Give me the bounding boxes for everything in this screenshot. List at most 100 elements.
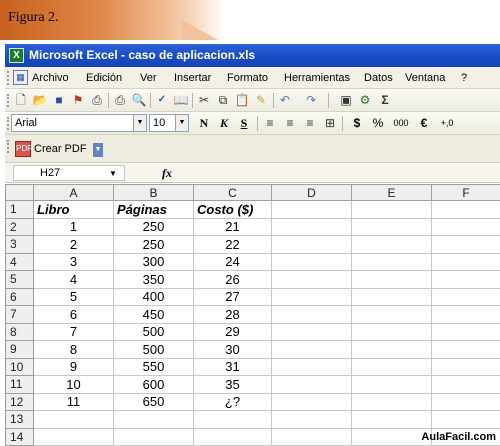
row-header[interactable]: 5 [5,270,34,289]
cell-d14[interactable] [271,427,352,446]
cell-f9[interactable] [431,340,500,359]
cell-f12[interactable] [431,392,500,411]
row-header[interactable]: 7 [5,305,34,324]
cell-c3[interactable]: 22 [193,235,272,254]
cell-e11[interactable] [351,375,432,394]
cell-a3[interactable]: 2 [33,235,114,254]
cell-d11[interactable] [271,375,352,394]
cell-b13[interactable] [113,410,194,429]
cell-b11[interactable]: 600 [113,375,194,394]
cell-b3[interactable]: 250 [113,235,194,254]
chevron-down-icon[interactable]: ▼ [133,115,146,131]
row-header[interactable]: 3 [5,235,34,254]
cell-f3[interactable] [431,235,500,254]
cell-b6[interactable]: 400 [113,287,194,306]
new-icon[interactable]: 🗋 [13,92,29,108]
cell-a5[interactable]: 4 [33,270,114,289]
cell-a2[interactable]: 1 [33,217,114,236]
toolbar-grip-icon[interactable] [7,94,9,107]
cell-d12[interactable] [271,392,352,411]
cell-d1[interactable] [271,200,352,219]
find-icon[interactable]: 📖 [173,92,189,108]
increase-decimal-button[interactable]: +,0 [435,115,459,131]
cell-a6[interactable]: 5 [33,287,114,306]
spelling-icon[interactable]: ✓ [154,92,170,108]
merge-center-icon[interactable]: ⊞ [322,115,338,131]
menu-formato[interactable]: Formato [227,72,268,84]
currency-button[interactable]: $ [348,115,366,131]
cell-b2[interactable]: 250 [113,217,194,236]
cell-d9[interactable] [271,340,352,359]
menu-ver[interactable]: Ver [140,72,157,84]
align-center-icon[interactable]: ≡ [282,115,298,131]
cell-e14[interactable] [351,427,432,446]
cell-e13[interactable] [351,410,432,429]
cell-e8[interactable] [351,322,432,341]
cell-c5[interactable]: 26 [193,270,272,289]
chevron-down-icon[interactable]: ▼ [175,115,188,131]
cell-e10[interactable] [351,357,432,376]
row-header[interactable]: 9 [5,340,34,359]
copy-icon[interactable]: ⧉ [215,92,231,108]
cell-e7[interactable] [351,305,432,324]
column-header-d[interactable]: D [271,184,352,201]
row-header[interactable]: 12 [5,392,34,411]
align-right-icon[interactable]: ≡ [302,115,318,131]
cell-c12[interactable]: ¿? [193,392,272,411]
cell-d13[interactable] [271,410,352,429]
menu-help[interactable]: ? [461,72,467,84]
cell-a9[interactable]: 8 [33,340,114,359]
cell-c10[interactable]: 31 [193,357,272,376]
cell-a13[interactable] [33,410,114,429]
redo-icon[interactable]: ↷ [303,92,319,108]
cell-b5[interactable]: 350 [113,270,194,289]
create-pdf-button[interactable]: PDF Crear PDF [15,139,87,159]
menu-archivo[interactable]: Archivo [32,72,69,84]
column-header-c[interactable]: C [193,184,272,201]
cell-c14[interactable] [193,427,272,446]
toolbar-options-icon[interactable]: ▼ [93,143,103,157]
cell-f11[interactable] [431,375,500,394]
cell-b14[interactable] [113,427,194,446]
title-bar[interactable]: X Microsoft Excel - caso de aplicacion.x… [5,44,500,67]
menu-insertar[interactable]: Insertar [174,72,211,84]
cell-b4[interactable]: 300 [113,252,194,271]
cell-d7[interactable] [271,305,352,324]
cell-e6[interactable] [351,287,432,306]
cell-b12[interactable]: 650 [113,392,194,411]
cell-c9[interactable]: 30 [193,340,272,359]
cell-a1[interactable]: Libro [33,200,114,219]
column-header-e[interactable]: E [351,184,432,201]
row-header[interactable]: 1 [5,200,34,219]
toolbar-grip-icon[interactable] [7,140,9,153]
align-left-icon[interactable]: ≡ [262,115,278,131]
cell-f6[interactable] [431,287,500,306]
cell-f7[interactable] [431,305,500,324]
cell-d2[interactable] [271,217,352,236]
format-painter-icon[interactable]: ✎ [253,92,269,108]
function-icon[interactable]: fx [162,166,172,181]
cell-e3[interactable] [351,235,432,254]
undo-icon[interactable]: ↶ [277,92,293,108]
row-header[interactable]: 2 [5,217,34,236]
open-icon[interactable]: 📂 [32,92,48,108]
row-header[interactable]: 14 [5,427,34,446]
cut-icon[interactable]: ✂ [196,92,212,108]
toolbar-grip-icon[interactable] [7,117,9,130]
insert-hyperlink-icon[interactable]: ▣ [338,92,354,108]
cell-c13[interactable] [193,410,272,429]
cell-e12[interactable] [351,392,432,411]
cell-b10[interactable]: 550 [113,357,194,376]
cell-a10[interactable]: 9 [33,357,114,376]
cell-f8[interactable] [431,322,500,341]
row-header[interactable]: 8 [5,322,34,341]
cell-b8[interactable]: 500 [113,322,194,341]
font-name-select[interactable]: Arial ▼ [11,114,147,132]
research-icon[interactable]: 🔍 [131,92,147,108]
permission-icon[interactable]: ⚑ [70,92,86,108]
row-header[interactable]: 4 [5,252,34,271]
cell-a7[interactable]: 6 [33,305,114,324]
pdf-icon[interactable]: ⚙ [357,92,373,108]
cell-f2[interactable] [431,217,500,236]
cell-c7[interactable]: 28 [193,305,272,324]
